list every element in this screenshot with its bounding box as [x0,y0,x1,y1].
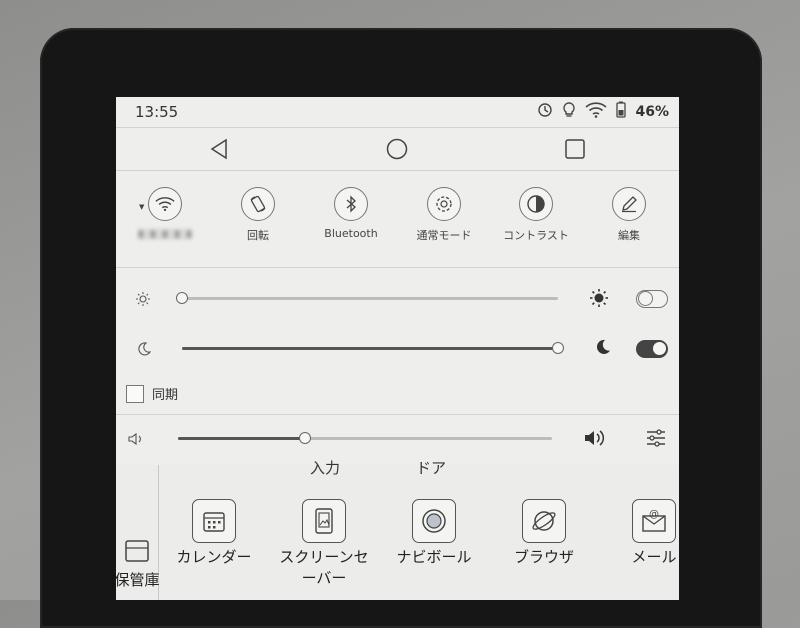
warm-light-slider-thumb[interactable] [552,342,564,354]
navball-icon [412,499,456,543]
mail-icon: @ [632,499,676,543]
qs-wifi-ssid-blurred: ▮▯▮▯▮▯▮▯▮ [137,227,193,240]
app-mail-label: メール [631,548,677,566]
front-light-toggle-knob [638,291,653,306]
sun-small-icon [136,291,150,310]
warm-light-slider[interactable] [182,342,564,354]
qs-wifi-circle [148,187,182,221]
qs-normal-mode[interactable]: 通常モード [404,187,484,243]
volume-slider[interactable] [178,432,552,444]
bluetooth-icon [346,195,356,213]
app-browser-label: ブラウザ [513,548,574,566]
warm-light-toggle[interactable] [636,340,668,358]
app-calendar-label: カレンダー [176,548,252,566]
battery-icon [616,101,627,122]
app-mail[interactable]: @ メール [604,499,679,568]
svg-text:@: @ [649,509,659,520]
front-light-slider-thumb[interactable] [176,292,188,304]
front-light-toggle[interactable] [636,290,668,308]
browser-icon [522,499,566,543]
volume-slider-thumb[interactable] [299,432,312,444]
battery-percent: 46% [635,103,669,120]
sync-label: 同期 [152,388,179,403]
moon-small-icon [137,341,152,360]
wifi-icon [585,101,608,122]
status-icons: 46% [537,101,669,122]
storage-button[interactable]: 保管庫 [116,537,168,590]
sync-checkbox[interactable] [126,385,144,403]
qs-contrast-circle [519,187,553,221]
home-button[interactable] [382,134,412,164]
warm-light-toggle-knob [653,342,666,355]
contrast-icon [527,195,545,213]
qs-normal-mode-circle [427,187,461,221]
screen: 13:55 46% ▮▯▮▯▮▯▮▯▮ ▼ 回転 Bluetooth 通常モード… [116,97,679,600]
app-browser[interactable]: ブラウザ [494,499,594,568]
light-divider [116,414,679,415]
app-navball-label: ナビボール [396,548,472,566]
qs-rotation[interactable]: 回転 [218,187,298,243]
qs-contrast[interactable]: コントラスト [496,187,576,243]
status-divider [116,127,679,128]
qs-bluetooth-label: Bluetooth [324,227,378,240]
pencil-icon [622,196,637,213]
app-navball[interactable]: ナビボール [384,499,484,568]
sun-large-icon [590,289,608,311]
qs-edit[interactable]: 編集 [589,187,669,243]
qs-bluetooth[interactable]: Bluetooth [311,187,391,240]
app-screensaver[interactable]: スクリーンセ ーバー [274,499,374,589]
qs-edit-label: 編集 [618,229,640,242]
qs-divider [116,267,679,268]
volume-high-icon [584,429,606,451]
home-icon [386,138,408,160]
qs-edit-circle [612,187,646,221]
bulb-icon [562,101,576,122]
qs-rotation-circle [241,187,275,221]
wifi-icon [155,197,175,212]
storage-icon [125,540,149,562]
recents-icon [565,139,585,159]
status-time: 13:55 [135,103,179,121]
front-light-slider[interactable] [176,292,558,304]
cut-label-door: ドア [416,459,447,477]
sync-icon [537,102,553,122]
qs-wifi[interactable]: ▮▯▮▯▮▯▮▯▮ [125,187,205,240]
back-button[interactable] [204,134,234,164]
recents-button[interactable] [560,134,590,164]
calendar-icon [192,499,236,543]
rotate-icon [250,195,266,213]
warm-light-slider-fill [182,347,558,350]
qs-normal-mode-label: 通常モード [416,229,472,242]
wifi-dropdown-icon: ▼ [139,203,145,211]
cut-label-input: 入力 [310,459,341,477]
nav-divider [116,170,679,171]
refresh-mode-icon [436,196,452,212]
volume-low-icon [128,431,144,450]
qs-contrast-label: コントラスト [503,229,569,242]
launcher-background: 入力 ドア 保管庫 カレンダー スクリーンセ ーバー ナビボール ブラウザ @ … [116,459,679,600]
app-calendar[interactable]: カレンダー [164,499,264,568]
moon-large-icon [595,339,611,359]
back-icon [210,138,227,160]
volume-slider-fill [178,437,306,440]
storage-label: 保管庫 [116,571,160,589]
app-screensaver-label: スクリーンセ ーバー [279,548,369,587]
qs-bluetooth-circle [334,187,368,221]
screensaver-icon [302,499,346,543]
qs-rotation-label: 回転 [247,229,269,242]
equalizer-icon[interactable] [646,429,666,451]
